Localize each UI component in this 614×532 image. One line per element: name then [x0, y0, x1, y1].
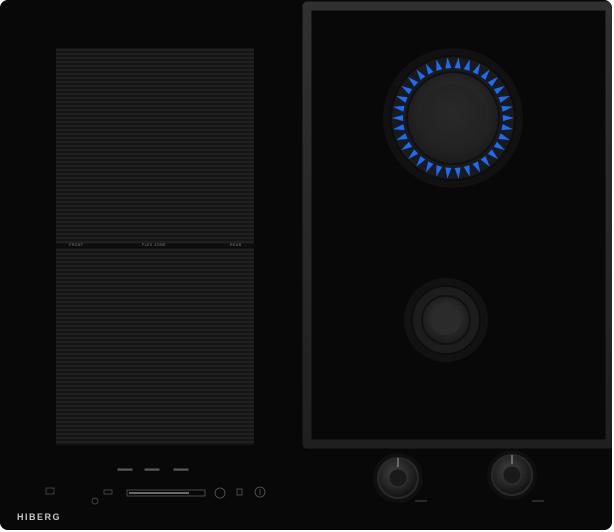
brand-logo-text: HIBERG	[17, 512, 62, 522]
zone-label-flex: flex zone	[142, 243, 166, 247]
zone-label-rear: rear	[230, 243, 242, 247]
zone-label-front: front	[69, 243, 84, 247]
induction-zone-bottom	[56, 248, 254, 445]
cooktop: front flex zone rear HIBERG	[0, 0, 612, 530]
cooktop-illustration	[0, 0, 612, 530]
wok-burner	[383, 48, 523, 188]
induction-zone-top	[56, 48, 254, 244]
scene: front flex zone rear HIBERG	[0, 0, 614, 532]
small-burner	[404, 278, 488, 362]
